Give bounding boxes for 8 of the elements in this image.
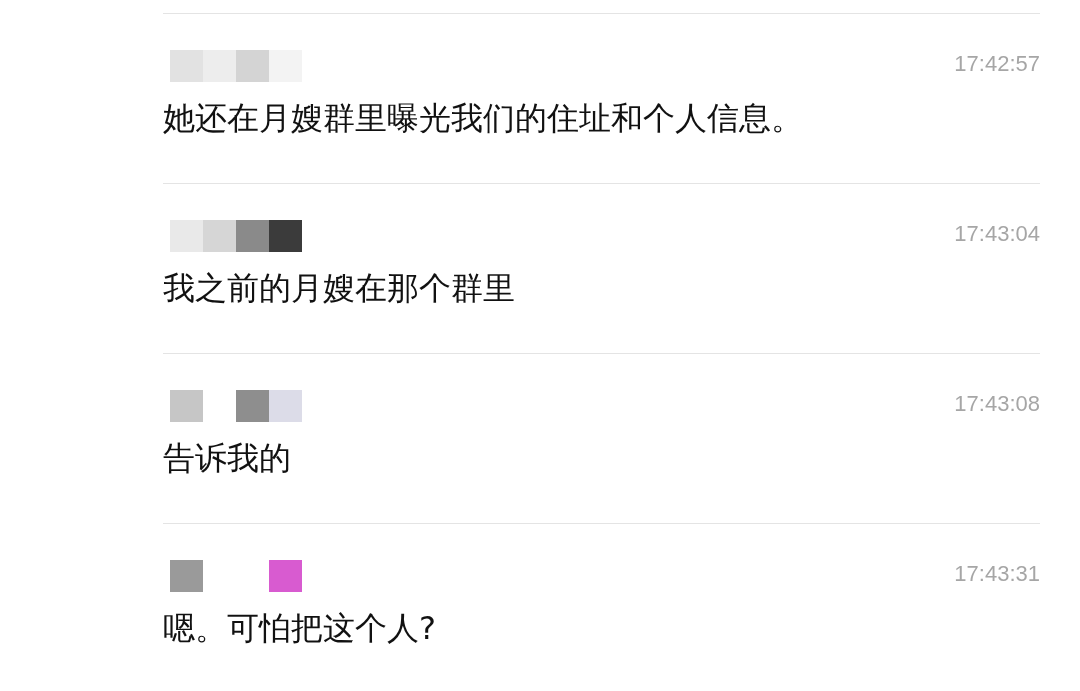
message-time: 17:42:57	[954, 50, 1040, 78]
message-text: 告诉我的	[163, 438, 292, 479]
message-time: 17:43:31	[954, 560, 1040, 588]
message-time: 17:43:08	[954, 390, 1040, 418]
message-text: 她还在月嫂群里曝光我们的住址和个人信息。	[163, 98, 804, 139]
message-text: 嗯。可怕把这个人?	[163, 608, 437, 649]
message-time: 17:43:04	[954, 220, 1040, 248]
message-text: 我之前的月嫂在那个群里	[163, 268, 516, 309]
